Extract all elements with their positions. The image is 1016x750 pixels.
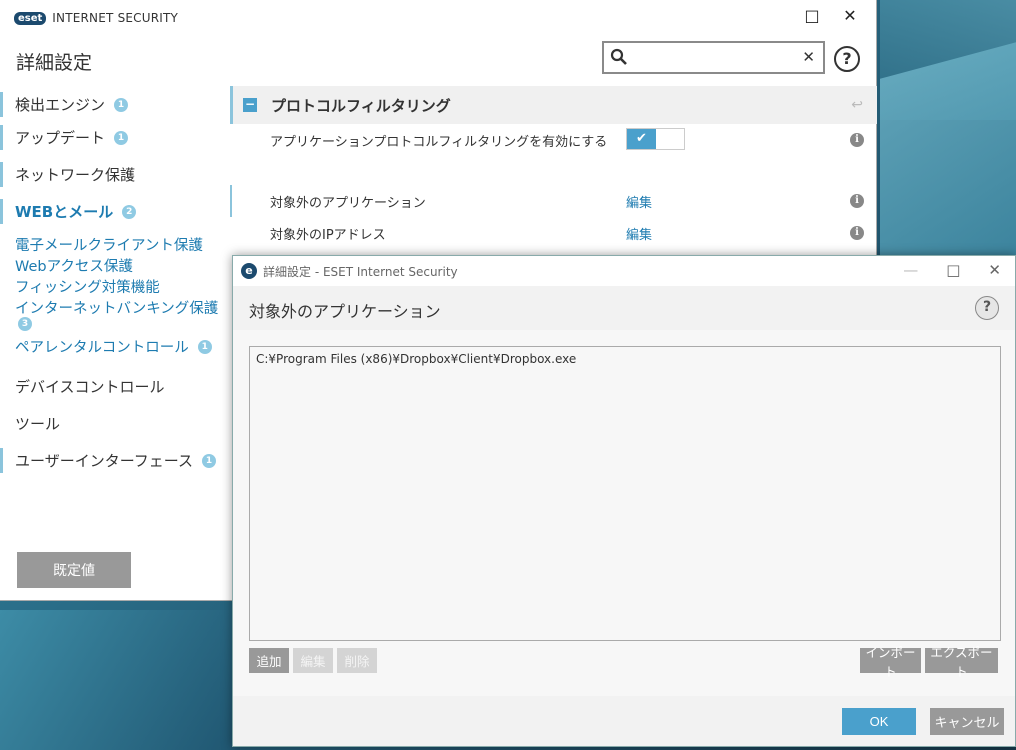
setting-label: 対象外のアプリケーション xyxy=(270,195,426,211)
maximize-icon[interactable]: □ xyxy=(946,261,960,279)
export-button[interactable]: エクスポート xyxy=(925,646,998,679)
dialog-heading: 対象外のアプリケーション xyxy=(249,302,441,321)
dialog-title-bar: e 詳細設定 - ESET Internet Security — □ ✕ xyxy=(233,256,1015,286)
sidebar-item-detection-engine[interactable]: 検出エンジン 1 xyxy=(0,86,230,123)
enable-filtering-toggle[interactable]: ✔ xyxy=(626,128,685,150)
sidebar-item-label: ツール xyxy=(15,415,61,433)
sidebar-item-user-interface[interactable]: ユーザーインターフェース 1 xyxy=(0,442,230,479)
dialog-title: 詳細設定 - ESET Internet Security xyxy=(263,264,458,279)
check-icon: ✔ xyxy=(627,129,656,149)
default-button[interactable]: 既定値 xyxy=(17,552,131,588)
close-icon[interactable]: ✕ xyxy=(988,261,1001,279)
edit-button[interactable]: 編集 xyxy=(293,648,333,673)
list-item[interactable]: C:¥Program Files (x86)¥Dropbox¥Client¥Dr… xyxy=(256,352,576,366)
eset-logo: eset INTERNET SECURITY xyxy=(14,11,178,25)
clear-search-icon[interactable]: ✕ xyxy=(802,48,815,66)
info-icon[interactable]: i xyxy=(850,226,864,240)
help-icon[interactable]: ? xyxy=(834,46,860,72)
sidebar-item-label: 検出エンジン xyxy=(15,96,106,114)
sidebar-sublink-label: ペアレンタルコントロール xyxy=(15,340,189,356)
search-input[interactable] xyxy=(634,47,794,69)
sidebar-item-network-protection[interactable]: ネットワーク保護 xyxy=(0,156,230,193)
search-icon xyxy=(610,48,628,70)
dialog-window-controls: — □ ✕ xyxy=(903,261,1001,279)
setting-row: 対象外のIPアドレス 編集 i xyxy=(230,217,877,249)
delete-button[interactable]: 削除 xyxy=(337,648,377,673)
close-icon[interactable]: ✕ xyxy=(842,6,858,25)
dialog-body: C:¥Program Files (x86)¥Dropbox¥Client¥Dr… xyxy=(233,330,1015,696)
excluded-apps-dialog: e 詳細設定 - ESET Internet Security — □ ✕ 対象… xyxy=(232,255,1016,747)
sidebar-item-device-control[interactable]: デバイスコントロール xyxy=(0,368,230,405)
search-box[interactable]: ✕ xyxy=(602,41,825,74)
settings-content: − プロトコルフィルタリング ↩ アプリケーションプロトコルフィルタリングを有効… xyxy=(230,86,877,249)
notification-badge: 1 xyxy=(114,130,129,145)
eset-logo-icon: e xyxy=(241,263,257,279)
notification-badge: 2 xyxy=(122,204,137,219)
info-icon[interactable]: i xyxy=(850,133,864,147)
setting-row: アプリケーションプロトコルフィルタリングを有効にする ✔ i xyxy=(230,124,877,156)
sidebar-item-tools[interactable]: ツール xyxy=(0,405,230,442)
app-name: INTERNET SECURITY xyxy=(52,11,179,25)
notification-badge: 1 xyxy=(202,453,217,468)
info-icon[interactable]: i xyxy=(850,194,864,208)
sidebar-item-label: アップデート xyxy=(15,129,106,147)
section-title: プロトコルフィルタリング xyxy=(271,96,451,115)
setting-label: 対象外のIPアドレス xyxy=(270,227,386,243)
desktop-wallpaper xyxy=(0,610,240,750)
sidebar-sublink-anti-phishing[interactable]: フィッシング対策機能 xyxy=(15,276,160,297)
sidebar-sublink-parental-control[interactable]: ペアレンタルコントロール 1 xyxy=(15,336,212,357)
excluded-apps-list[interactable]: C:¥Program Files (x86)¥Dropbox¥Client¥Dr… xyxy=(249,346,1001,641)
add-button[interactable]: 追加 xyxy=(249,648,289,673)
section-header[interactable]: − プロトコルフィルタリング ↩ xyxy=(230,86,877,124)
page-title: 詳細設定 xyxy=(16,52,93,74)
sidebar-sublink-web-access-protection[interactable]: Webアクセス保護 xyxy=(15,255,133,276)
title-bar: eset INTERNET SECURITY xyxy=(0,0,876,36)
setting-label: アプリケーションプロトコルフィルタリングを有効にする xyxy=(270,134,608,150)
sidebar-sublink-banking-protection[interactable]: インターネットバンキング保護 xyxy=(15,297,218,318)
edit-link[interactable]: 編集 xyxy=(626,192,652,211)
setting-row: 対象外のアプリケーション 編集 i xyxy=(230,185,877,217)
sidebar-item-label: WEBとメール xyxy=(15,203,114,221)
eset-logo-badge: eset xyxy=(14,11,47,25)
window-controls: □ ✕ xyxy=(804,6,858,25)
cancel-button[interactable]: キャンセル xyxy=(930,708,1004,735)
collapse-icon[interactable]: − xyxy=(243,98,257,112)
import-button[interactable]: インポート xyxy=(860,646,921,679)
edit-link[interactable]: 編集 xyxy=(626,224,652,243)
ok-button[interactable]: OK xyxy=(842,708,916,735)
sidebar-sublink-email-client-protection[interactable]: 電子メールクライアント保護 xyxy=(15,234,203,255)
sidebar-item-update[interactable]: アップデート 1 xyxy=(0,119,230,156)
maximize-icon[interactable]: □ xyxy=(804,6,820,25)
sidebar-item-web-and-email[interactable]: WEBとメール 2 xyxy=(0,193,230,230)
notification-badge: 3 xyxy=(18,317,32,331)
minimize-icon[interactable]: — xyxy=(903,261,918,279)
sidebar-item-label: ユーザーインターフェース xyxy=(15,452,194,470)
notification-badge: 1 xyxy=(197,339,212,354)
sidebar-item-label: デバイスコントロール xyxy=(15,378,165,396)
notification-badge: 1 xyxy=(114,97,129,112)
help-icon[interactable]: ? xyxy=(975,296,999,320)
revert-icon[interactable]: ↩ xyxy=(851,97,863,113)
sidebar-item-label: ネットワーク保護 xyxy=(15,166,136,184)
